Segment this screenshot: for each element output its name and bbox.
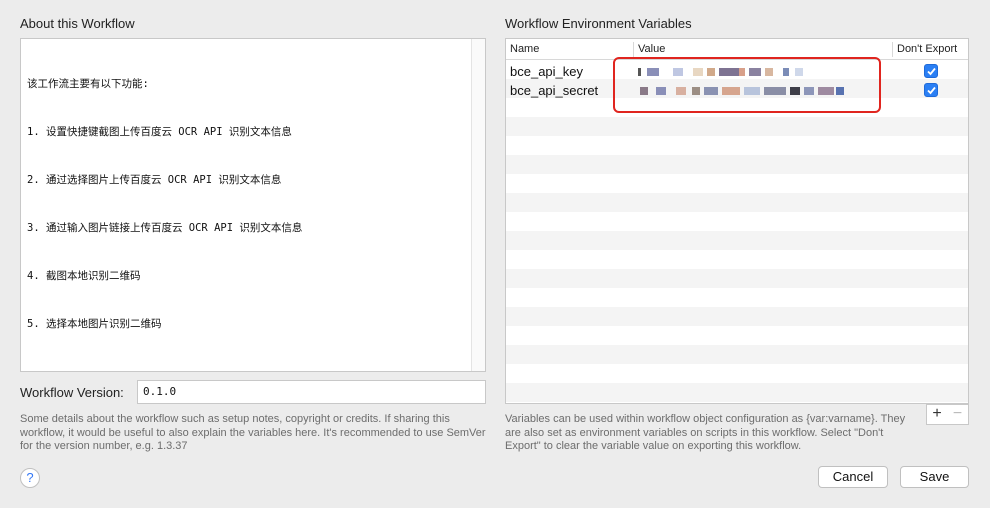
about-text: 该工作流主要有以下功能: 1. 设置快捷键截图上传百度云 OCR API 识别文… <box>27 44 302 364</box>
variable-name[interactable]: bce_api_secret <box>510 83 598 98</box>
about-title: About this Workflow <box>20 16 135 31</box>
dont-export-checkbox[interactable] <box>924 64 938 78</box>
about-line: 2. 通过选择图片上传百度云 OCR API 识别文本信息 <box>27 174 282 186</box>
column-divider <box>633 42 634 57</box>
column-divider <box>892 42 893 57</box>
variables-title: Workflow Environment Variables <box>505 16 692 31</box>
variables-help-text: Variables can be used within workflow ob… <box>505 413 906 452</box>
about-textarea[interactable]: 该工作流主要有以下功能: 1. 设置快捷键截图上传百度云 OCR API 识别文… <box>20 38 486 372</box>
dont-export-checkbox[interactable] <box>924 83 938 97</box>
column-header-value[interactable]: Value <box>638 43 665 55</box>
version-label: Workflow Version: <box>20 385 124 400</box>
column-header-dont-export[interactable]: Don't Export <box>897 43 957 55</box>
about-scrollbar[interactable] <box>471 39 485 371</box>
checkmark-icon <box>927 86 936 95</box>
redaction-highlight-box <box>613 57 881 113</box>
about-line: 该工作流主要有以下功能: <box>27 78 149 90</box>
save-button[interactable]: Save <box>900 466 969 488</box>
variable-name[interactable]: bce_api_key <box>510 64 583 79</box>
version-input[interactable]: 0.1.0 <box>137 380 486 404</box>
about-help-text: Some details about the workflow such as … <box>20 413 486 452</box>
column-header-name[interactable]: Name <box>510 43 539 55</box>
about-line: 1. 设置快捷键截图上传百度云 OCR API 识别文本信息 <box>27 126 292 138</box>
help-icon[interactable]: ? <box>20 468 40 488</box>
add-variable-button[interactable]: + <box>926 404 948 425</box>
cancel-button[interactable]: Cancel <box>818 466 888 488</box>
about-line: 4. 截图本地识别二维码 <box>27 270 141 282</box>
remove-variable-button[interactable]: − <box>947 404 969 425</box>
checkmark-icon <box>927 67 936 76</box>
about-line: 5. 选择本地图片识别二维码 <box>27 318 162 330</box>
about-line: 3. 通过输入图片链接上传百度云 OCR API 识别文本信息 <box>27 222 303 234</box>
